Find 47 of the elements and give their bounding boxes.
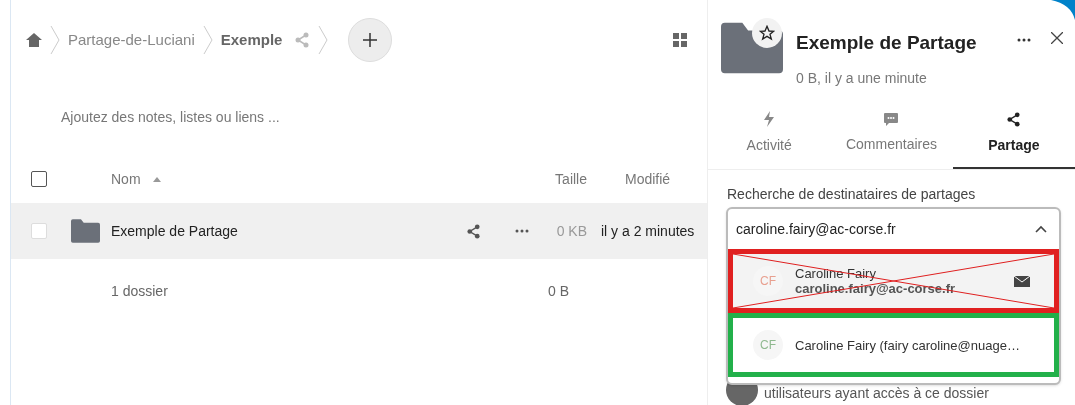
more-options-icon[interactable] bbox=[1017, 38, 1031, 42]
add-button[interactable] bbox=[348, 18, 393, 62]
lightning-icon bbox=[763, 111, 776, 127]
grid-view-icon[interactable] bbox=[673, 33, 687, 47]
breadcrumb-link[interactable]: Exemple bbox=[220, 28, 283, 52]
breadcrumb-separator-icon bbox=[50, 25, 60, 55]
sort-ascending-icon bbox=[152, 176, 161, 182]
suggestion-item[interactable]: CF Caroline Fairy (fairy caroline@nuage… bbox=[728, 313, 1059, 377]
sidebar-tab[interactable]: Partage bbox=[952, 100, 1075, 169]
favorite-button[interactable] bbox=[752, 18, 782, 48]
chevron-up-icon[interactable] bbox=[1035, 225, 1047, 233]
close-icon[interactable] bbox=[1051, 32, 1063, 44]
share-icon bbox=[294, 32, 311, 48]
folder-icon bbox=[71, 219, 100, 243]
total-size: 0 B bbox=[547, 281, 569, 301]
avatar: CF bbox=[753, 330, 783, 360]
access-info-text: utilisateurs ayant accès à ce dossier bbox=[764, 384, 989, 402]
folder-count: 1 dossier bbox=[110, 281, 169, 301]
corner-triangle-icon bbox=[1051, 0, 1075, 20]
column-header[interactable]: Nom bbox=[111, 168, 161, 190]
recipient-search-field[interactable]: caroline.fairy@ac-corse.fr bbox=[736, 218, 1035, 240]
plus-icon bbox=[363, 33, 378, 47]
sidebar-title: Exemple de Partage bbox=[796, 31, 978, 55]
comment-icon bbox=[884, 112, 899, 126]
select-all-checkbox[interactable] bbox=[31, 171, 47, 187]
notes-field[interactable]: Ajoutez des notes, listes ou liens ... bbox=[61, 107, 561, 128]
envelope-icon bbox=[1014, 275, 1030, 287]
file-row[interactable]: Exemple de Partage 0 KB il y a 2 minutes bbox=[11, 203, 707, 259]
breadcrumb-link[interactable]: Partage-de-Luciani bbox=[68, 28, 195, 52]
share-icon bbox=[1006, 111, 1022, 127]
breadcrumb-separator-icon bbox=[318, 25, 329, 55]
sidebar-subtitle: 0 B, il y a une minute bbox=[796, 68, 928, 88]
suggestion-name: Caroline Fairy (fairy caroline@nuage… bbox=[795, 337, 1021, 353]
file-name[interactable]: Exemple de Partage bbox=[111, 220, 466, 242]
file-size: 0 KB bbox=[555, 221, 587, 241]
search-label: Recherche de destinataires de partages bbox=[727, 185, 977, 204]
home-icon[interactable] bbox=[26, 32, 42, 48]
sidebar-tab[interactable]: Activité bbox=[708, 100, 831, 169]
breadcrumb-separator-icon bbox=[202, 25, 213, 55]
column-header[interactable]: Taille bbox=[555, 168, 587, 190]
column-header[interactable]: Modifié bbox=[625, 168, 671, 190]
row-checkbox[interactable] bbox=[31, 223, 47, 239]
sidebar-tab[interactable]: Commentaires bbox=[830, 100, 953, 169]
more-options-icon[interactable] bbox=[515, 229, 529, 233]
share-icon bbox=[466, 223, 481, 239]
file-modified: il y a 2 minutes bbox=[600, 221, 696, 241]
star-icon bbox=[759, 25, 775, 41]
